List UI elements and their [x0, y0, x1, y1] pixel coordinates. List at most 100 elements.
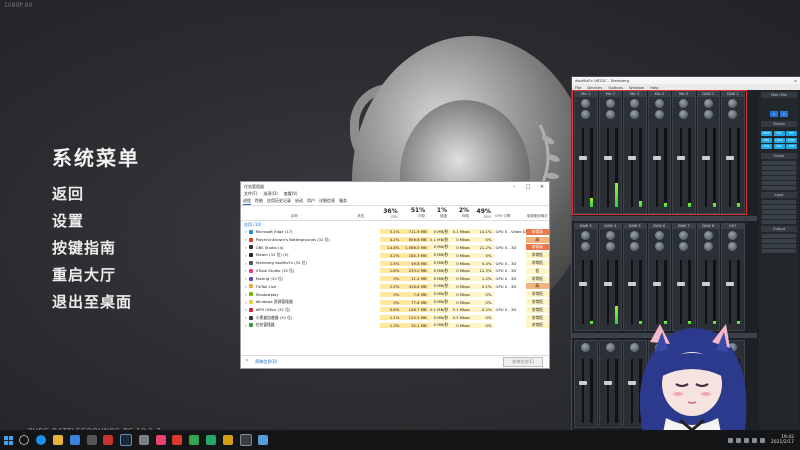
- menu-item-settings[interactable]: 设置: [52, 208, 140, 235]
- scene-list-item[interactable]: [762, 186, 796, 190]
- chevron-right-icon[interactable]: ›: [245, 237, 247, 242]
- output-list-item[interactable]: [762, 249, 796, 253]
- task-manager-taskbar-icon[interactable]: [205, 435, 216, 445]
- tab-app-history[interactable]: 应用历史记录: [267, 198, 291, 205]
- end-task-button[interactable]: 结束任务(E): [503, 357, 543, 367]
- fader-handle[interactable]: [579, 282, 587, 287]
- mix-button-2[interactable]: 2: [780, 111, 788, 117]
- wps-office-icon[interactable]: [172, 435, 183, 445]
- column-disk[interactable]: 1% 磁盘: [427, 206, 449, 220]
- scene-list-item[interactable]: [762, 171, 796, 175]
- column-memory[interactable]: 51% 内存: [400, 206, 428, 220]
- mix-button-1[interactable]: 1: [770, 111, 778, 117]
- fx-toggle-button[interactable]: DAW: [786, 137, 797, 143]
- app-taskbar-icon[interactable]: [69, 435, 80, 445]
- pan-knob[interactable]: [728, 242, 738, 251]
- fader-track[interactable]: [729, 260, 731, 324]
- input-list-item[interactable]: [762, 210, 796, 214]
- table-row[interactable]: › Steam (32 位) (5) 0.2% 180.3 MB 0 MB/秒 …: [241, 251, 549, 259]
- app-taskbar-icon[interactable]: [222, 435, 233, 445]
- menu-item-restart-lobby[interactable]: 重启大厅: [52, 262, 140, 289]
- chevron-right-icon[interactable]: ›: [245, 276, 247, 281]
- chevron-up-icon[interactable]: [736, 437, 742, 443]
- fader-handle[interactable]: [603, 381, 612, 385]
- tab-users[interactable]: 用户: [307, 198, 315, 205]
- table-row[interactable]: › Microsoft Edge (17) 0.1% 711.9 MB 0 MB…: [241, 228, 549, 236]
- column-name[interactable]: 名称: [241, 206, 344, 220]
- input-list-item[interactable]: [762, 205, 796, 209]
- menu-item-exit-desktop[interactable]: 退出至桌面: [52, 289, 140, 316]
- pan-knob[interactable]: [605, 242, 615, 251]
- fx-toggle-button[interactable]: FX1: [773, 131, 785, 136]
- vtube-studio-icon[interactable]: [155, 435, 166, 445]
- fader-track[interactable]: [655, 260, 658, 324]
- menu-item-return[interactable]: 返回: [52, 181, 140, 208]
- chevron-right-icon[interactable]: ›: [245, 292, 247, 297]
- taskbar-clock[interactable]: 19:42 2021/2/17: [771, 435, 794, 445]
- gain-knob[interactable]: [630, 231, 640, 240]
- mixer-app-icon[interactable]: [138, 435, 149, 445]
- task-manager-titlebar[interactable]: 任务管理器 – □ ×: [241, 182, 549, 191]
- chevron-right-icon[interactable]: ›: [245, 245, 247, 250]
- chevron-right-icon[interactable]: ›: [245, 284, 247, 289]
- fader-track[interactable]: [631, 260, 633, 324]
- table-row[interactable]: › Shadowplay 0% 7.8 MB 0 MB/秒 0 Mbps 0% …: [241, 290, 549, 298]
- table-row[interactable]: › PlayerUnknown's Battlegrounds (32 位) 4…: [241, 236, 549, 244]
- file-explorer-icon[interactable]: [52, 435, 63, 445]
- menu-file[interactable]: 文件(F): [244, 191, 257, 198]
- fader-handle[interactable]: [701, 282, 710, 287]
- gain-knob[interactable]: [581, 231, 591, 240]
- fx-toggle-button[interactable]: REV: [761, 137, 772, 143]
- scene-list-item[interactable]: [762, 166, 796, 170]
- fader-track[interactable]: [606, 260, 609, 324]
- wechat-icon[interactable]: [189, 435, 200, 445]
- weather-icon[interactable]: [728, 437, 734, 443]
- table-row[interactable]: › TikTok Live 2.5% 416.6 MB 0 MB/秒 0 Mbp…: [241, 283, 549, 291]
- app-taskbar-icon[interactable]: [258, 435, 269, 445]
- chevron-right-icon[interactable]: ›: [245, 253, 247, 258]
- gain-knob[interactable]: [703, 231, 713, 240]
- fader-track[interactable]: [680, 260, 682, 324]
- close-icon[interactable]: ×: [794, 78, 800, 83]
- chevron-right-icon[interactable]: ›: [245, 323, 247, 328]
- fx-toggle-button[interactable]: CH2: [773, 144, 785, 149]
- fx-toggle-button[interactable]: CH1: [761, 144, 772, 149]
- output-list-item[interactable]: [762, 244, 796, 248]
- table-row[interactable]: › OBS Studio (4) 14.8% 1,566.0 MB 0 MB/秒…: [241, 244, 549, 252]
- chevron-right-icon[interactable]: ›: [245, 307, 247, 312]
- fx-toggle-button[interactable]: FX2: [786, 131, 797, 136]
- fader-track[interactable]: [704, 260, 707, 324]
- input-list-item[interactable]: [762, 220, 796, 224]
- fader-handle[interactable]: [603, 282, 612, 287]
- tab-processes[interactable]: 进程: [243, 198, 251, 205]
- output-list-item[interactable]: [762, 234, 796, 238]
- edge-browser-icon[interactable]: [36, 435, 47, 445]
- send-knob[interactable]: [581, 343, 591, 352]
- column-power[interactable]: 电源使用情况: [525, 206, 549, 220]
- gain-knob[interactable]: [728, 231, 738, 240]
- chevron-right-icon[interactable]: ›: [245, 268, 247, 273]
- maximize-icon[interactable]: □: [521, 184, 535, 190]
- steam-icon[interactable]: [120, 434, 133, 446]
- table-row[interactable]: › Steinberg dspMixFx (32 位) 1.5% 49.8 MB…: [241, 259, 549, 267]
- table-row[interactable]: › VTube Studio (32 位) 1.8% 233.0 MB 0 MB…: [241, 267, 549, 275]
- chevron-right-icon[interactable]: ›: [245, 229, 247, 234]
- pan-knob[interactable]: [581, 242, 591, 251]
- column-gpu-engine[interactable]: GPU 引擎: [493, 206, 525, 220]
- chevron-right-icon[interactable]: ›: [245, 261, 247, 266]
- pan-knob[interactable]: [654, 242, 664, 251]
- menu-view[interactable]: 查看(V): [284, 191, 298, 198]
- send-knob[interactable]: [605, 343, 615, 352]
- chevron-right-icon[interactable]: ›: [245, 300, 247, 305]
- close-icon[interactable]: ×: [535, 184, 549, 190]
- column-cpu[interactable]: 36% CPU: [378, 206, 400, 220]
- input-list-item[interactable]: [762, 200, 796, 204]
- fader-handle[interactable]: [726, 282, 734, 287]
- fader-handle[interactable]: [652, 282, 661, 287]
- minimize-icon[interactable]: –: [507, 184, 521, 190]
- fx-toggle-button[interactable]: CH3: [786, 144, 797, 149]
- table-row[interactable]: › WPS Office (32 位) 0.6% 148.7 MB 0.1 MB…: [241, 306, 549, 314]
- pan-knob[interactable]: [630, 242, 640, 251]
- fader-track[interactable]: [582, 260, 584, 324]
- chevron-right-icon[interactable]: ›: [245, 315, 247, 320]
